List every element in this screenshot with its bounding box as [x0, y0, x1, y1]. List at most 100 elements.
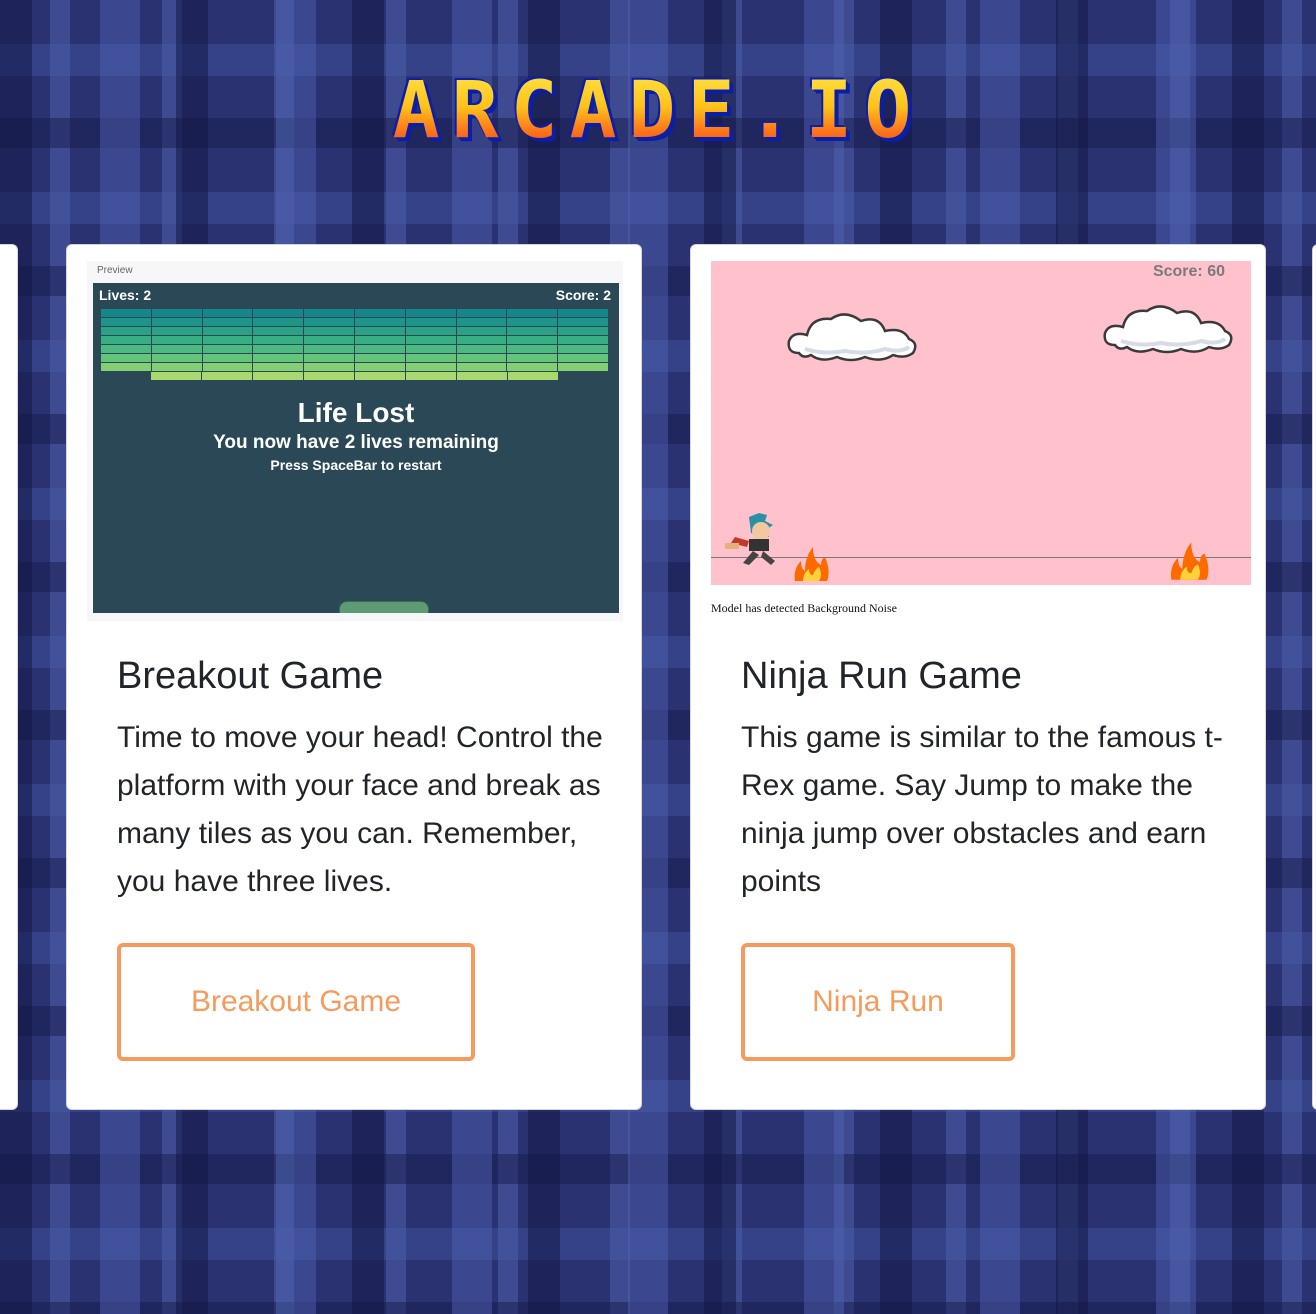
brick [508, 372, 559, 380]
brick-row [101, 336, 609, 344]
brick-row [101, 363, 609, 371]
brick [304, 363, 355, 371]
brick [558, 336, 609, 344]
brick [507, 345, 559, 353]
brick [355, 372, 406, 380]
brick [507, 309, 559, 317]
brick [202, 363, 254, 371]
brick [151, 327, 203, 335]
brick [354, 327, 406, 335]
game-card-breakout: Preview Lives: 2 Score: 2 Life Lost You … [66, 244, 642, 1110]
brick [405, 363, 457, 371]
brick [405, 345, 457, 353]
ninja-run-screenshot: Score: 60 [711, 261, 1251, 585]
brick [507, 354, 559, 362]
card-title: Ninja Run Game [741, 655, 1022, 697]
restart-hint: Press SpaceBar to restart [270, 457, 442, 473]
brick [456, 309, 508, 317]
brick [456, 327, 508, 335]
card-partial-right [1312, 244, 1316, 1110]
brick [507, 363, 559, 371]
brick [304, 336, 355, 344]
life-lost-title: Life Lost [297, 397, 415, 428]
brick [253, 345, 305, 353]
brick [253, 372, 304, 380]
brick [151, 354, 203, 362]
brick [354, 363, 406, 371]
brick [101, 336, 152, 344]
brick [354, 318, 406, 326]
paddle [339, 601, 429, 613]
fire-icon [794, 547, 829, 581]
brick [304, 372, 355, 380]
brick-row [101, 354, 609, 362]
brick [456, 336, 508, 344]
lives-counter: Lives: 2 [99, 287, 152, 303]
brick [202, 318, 254, 326]
brick [101, 363, 152, 371]
site-logo[interactable]: ARCADE.IO [0, 66, 1316, 156]
brick [406, 372, 457, 380]
brick [558, 345, 609, 353]
fire-icon [1170, 542, 1209, 580]
brick-row [151, 372, 559, 380]
card-body: Ninja Run Game This game is similar to t… [741, 655, 1231, 906]
card-body: Breakout Game Time to move your head! Co… [117, 655, 607, 906]
brick [304, 327, 355, 335]
brick [304, 309, 355, 317]
brick [405, 309, 457, 317]
brick [304, 318, 355, 326]
brick [304, 354, 355, 362]
brick [101, 345, 152, 353]
brick [457, 372, 508, 380]
brick [354, 309, 406, 317]
brick [253, 327, 305, 335]
brick [456, 318, 508, 326]
card-partial-left [0, 244, 18, 1110]
ninja-run-button[interactable]: Ninja Run [741, 943, 1015, 1061]
brick [253, 309, 305, 317]
game-card-ninja-run: Score: 60 Model has detected Background … [690, 244, 1266, 1110]
brick [202, 327, 254, 335]
ninja-icon [725, 513, 775, 565]
breakout-screenshot: Lives: 2 Score: 2 Life Lost You now have… [93, 283, 619, 613]
brick [405, 318, 457, 326]
brick [253, 336, 305, 344]
brick [456, 363, 508, 371]
brick [151, 336, 203, 344]
brick [202, 336, 254, 344]
brick [558, 327, 609, 335]
brick [151, 345, 203, 353]
brick [253, 363, 305, 371]
card-description: Time to move your head! Control the plat… [117, 721, 603, 898]
brick [202, 309, 254, 317]
brick [101, 318, 152, 326]
brick [304, 345, 355, 353]
score-counter: Score: 60 [1152, 263, 1225, 280]
brick [405, 336, 457, 344]
brick [202, 354, 254, 362]
brick [354, 354, 406, 362]
brick [507, 327, 559, 335]
brick [405, 354, 457, 362]
brick [558, 309, 609, 317]
brick [354, 345, 406, 353]
brick [558, 363, 609, 371]
preview-label: Preview [97, 265, 133, 276]
brick [354, 336, 406, 344]
brick [101, 309, 152, 317]
card-title: Breakout Game [117, 655, 384, 697]
cloud-icon [1103, 305, 1233, 354]
game-preview-breakout: Preview Lives: 2 Score: 2 Life Lost You … [87, 261, 623, 621]
brick [253, 354, 305, 362]
score-counter: Score: 2 [555, 287, 611, 303]
brick [456, 354, 508, 362]
brick [456, 345, 508, 353]
brick [202, 345, 254, 353]
card-description: This game is similar to the famous t-Rex… [741, 721, 1223, 898]
brick-wall [101, 309, 609, 381]
brick [202, 372, 253, 380]
brick [507, 336, 559, 344]
brick [101, 327, 152, 335]
breakout-game-button[interactable]: Breakout Game [117, 943, 475, 1061]
